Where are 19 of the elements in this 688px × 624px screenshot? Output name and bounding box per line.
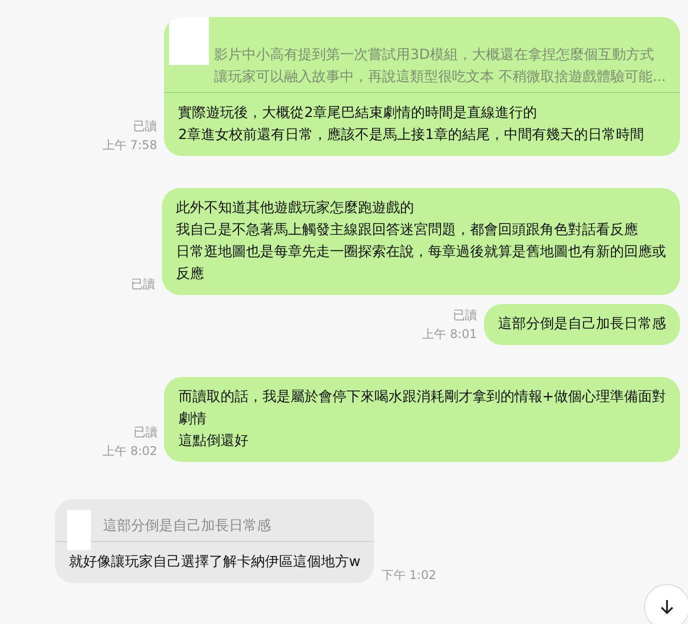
quoted-message: 影片中小高有提到第一次嘗試用3D模組，大概還在拿捏怎麼個互動方式 讓玩家可以融入故事中，再說這類型很吃文本 不稍微取捨遊戲體驗可能... (214, 46, 666, 87)
read-receipt: 已讀 (133, 118, 158, 135)
read-receipt: 已讀 (133, 424, 158, 441)
read-receipt: 已讀 (453, 307, 477, 324)
message-text: 實際遊玩後，大概從2章尾巴結束劇情的時間是直線進行的 2章進女校前還有日常，應該不是馬上接1章的結尾，中間有幾天的日常時間 (177, 104, 646, 145)
message-time: 上午 7:58 (102, 137, 158, 154)
message-text: 這部分倒是自己加長日常感 (497, 315, 667, 334)
message-time: 上午 8:01 (422, 326, 477, 343)
redacted-block (67, 510, 91, 550)
read-receipt: 已讀 (131, 276, 155, 293)
message-text: 而讀取的話，我是屬於會停下來喝水跟消耗剛才拿到的情報+做個心理準備面對 劇情 這點倒還好 (177, 388, 667, 451)
message-time: 上午 8:02 (102, 443, 158, 460)
message-text: 此外不知道其他遊戲玩家怎麼跑遊戲的 我自己是不急著馬上觸發主線跟回答迷宮問題，都會回頭跟角色對話看反應 日常逛地圖也是每章先走一圈探索在說，每章過後就算是舊地圖也有新的回應或 反應 (175, 199, 667, 284)
scroll-down-button[interactable] (644, 584, 688, 624)
redacted-block (169, 17, 210, 65)
message-time: 下午 1:02 (381, 567, 436, 584)
down-arrow-icon (660, 599, 674, 615)
message-text: 就好像讓玩家自己選擇了解卡納伊區這個地方w (68, 553, 362, 572)
quoted-message: 這部分倒是自己加長日常感 (103, 517, 272, 536)
